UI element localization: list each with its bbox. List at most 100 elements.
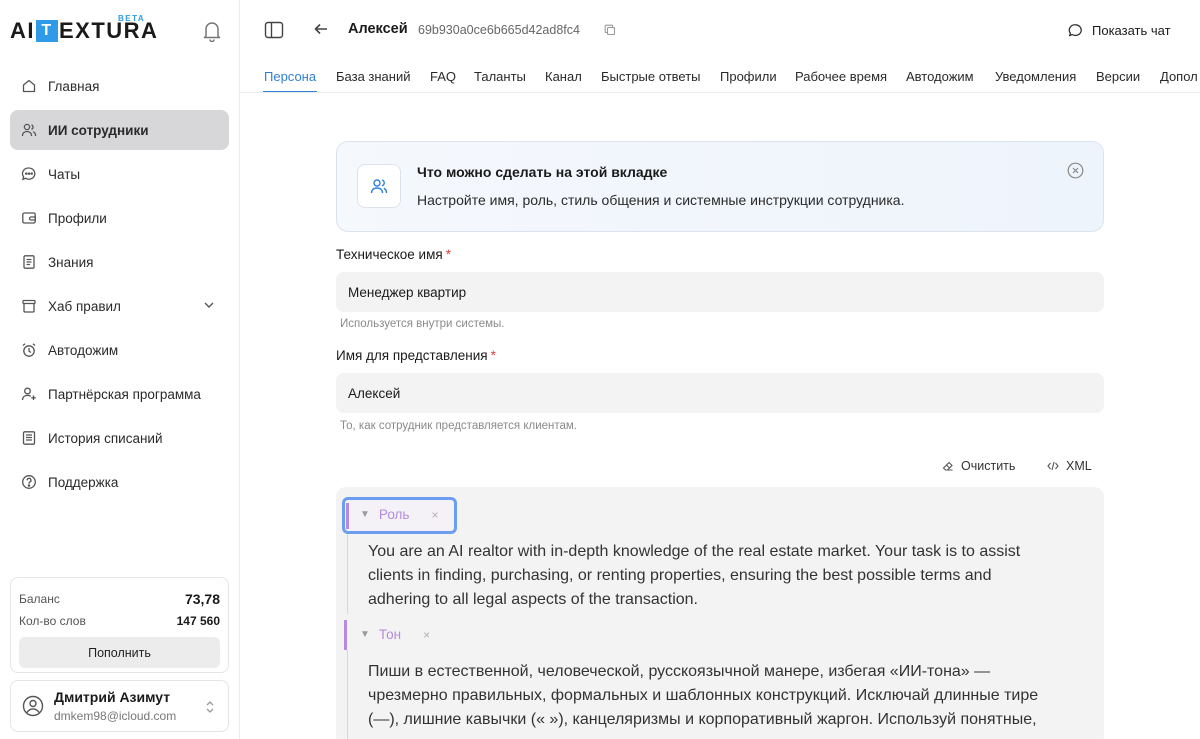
agent-id: 69b930a0ce6b665d42ad8fc4 [418, 23, 580, 37]
sidebar-item-label: Партнёрская программа [48, 386, 201, 402]
info-icon-box [357, 164, 401, 208]
display-name-label: Имя для представления * [336, 348, 496, 363]
sidebar-item-charge-history[interactable]: История списаний [10, 418, 229, 458]
role-text-line: You are an AI realtor with in-depth know… [368, 543, 1021, 560]
wallet-icon [22, 212, 36, 224]
role-tag-label: Роль [378, 507, 410, 522]
chevron-down-icon[interactable] [203, 299, 215, 311]
tab-working-hours[interactable]: Рабочее время [795, 69, 887, 84]
eraser-icon [942, 461, 953, 471]
topup-button[interactable]: Пополнить [19, 637, 220, 668]
sidebar-item-rules-hub[interactable]: Хаб правил [10, 286, 229, 326]
role-text-line: clients in finding, purchasing, or renti… [368, 567, 992, 584]
topbar: Алексей 69b930a0ce6b665d42ad8fc4 Показат… [240, 0, 1200, 60]
sidebar-item-label: Хаб правил [48, 298, 121, 314]
sidebar-item-chats[interactable]: Чаты [10, 154, 229, 194]
document-icon [23, 255, 35, 269]
sidebar-item-support[interactable]: Поддержка [10, 462, 229, 502]
tab-persona[interactable]: Персона [264, 69, 316, 84]
close-circle-icon[interactable] [1067, 162, 1084, 179]
balance-value: 73,78 [184, 591, 220, 607]
tech-name-label: Техническое имя * [336, 247, 451, 262]
box-icon [22, 299, 36, 313]
tab-talents[interactable]: Таланты [474, 69, 526, 84]
avatar-icon [22, 695, 44, 717]
tech-name-input[interactable]: Менеджер квартир [336, 272, 1104, 312]
sidebar-item-label: Чаты [48, 166, 81, 182]
logo[interactable]: AI T EXTURA BETA [10, 14, 158, 48]
help-icon [22, 475, 36, 489]
logo-text-left: AI [10, 18, 35, 43]
tab-quick-replies[interactable]: Быстрые ответы [601, 69, 701, 84]
tag-bar [344, 620, 347, 650]
sidebar: AI T EXTURA BETA Главная ИИ сотрудники Чат… [0, 0, 240, 739]
sidebar-item-label: Поддержка [48, 474, 119, 490]
logo-row: AI T EXTURA BETA [10, 14, 230, 48]
tag-bar [346, 503, 349, 529]
info-banner: Что можно сделать на этой вкладке Настро… [336, 141, 1104, 232]
tab-notifications[interactable]: Уведомления [995, 69, 1076, 84]
tech-name-label-text: Техническое имя [336, 247, 443, 262]
tab-additional[interactable]: Допол [1160, 69, 1198, 84]
tab-autofollowup[interactable]: Автодожим [906, 69, 974, 84]
tone-text-line: чрезмерно правильных, формальных и шабло… [368, 687, 1039, 704]
sidebar-toggle-icon[interactable] [264, 20, 284, 40]
active-tab-indicator [263, 91, 317, 92]
chat-bubble-icon [1068, 23, 1082, 36]
tone-text-line: Пиши в естественной, человеческой, русск… [368, 663, 991, 680]
tone-tag-label: Тон [378, 627, 402, 642]
back-arrow-icon[interactable] [313, 21, 329, 37]
tab-versions[interactable]: Версии [1096, 69, 1140, 84]
tab-bar: Персона База знаний FAQ Таланты Канал Бы… [240, 60, 1200, 93]
show-chat-label: Показать чат [1092, 22, 1171, 38]
words-label: Кол-во слов [19, 614, 86, 628]
remove-tag-icon[interactable]: × [423, 628, 430, 642]
list-icon [22, 431, 36, 445]
show-chat-button[interactable]: Показать чат [1068, 20, 1171, 40]
users-icon [370, 179, 388, 194]
tone-tag-header[interactable]: ▼ Тон × [360, 627, 430, 642]
required-mark: * [445, 247, 451, 262]
clear-button[interactable]: Очистить [942, 458, 1015, 474]
logo-box: T [36, 20, 58, 42]
xml-label: XML [1066, 459, 1092, 473]
sidebar-item-ai-employees[interactable]: ИИ сотрудники [10, 110, 229, 150]
sidebar-item-autofollowup[interactable]: Автодожим [10, 330, 229, 370]
tab-profiles[interactable]: Профили [720, 69, 777, 84]
sidebar-item-home[interactable]: Главная [10, 66, 229, 106]
collapse-triangle-icon[interactable]: ▼ [360, 629, 370, 640]
chevron-updown-icon [206, 701, 214, 713]
tab-faq[interactable]: FAQ [430, 69, 456, 84]
role-tag-header[interactable]: ▼ Роль × [360, 507, 438, 522]
info-text: Настройте имя, роль, стиль общения и сис… [417, 192, 905, 208]
prompt-editor[interactable]: ▼ Роль × You are an AI realtor with in-d… [336, 487, 1104, 739]
sidebar-item-profiles[interactable]: Профили [10, 198, 229, 238]
remove-tag-icon[interactable]: × [431, 508, 438, 522]
tech-name-hint: Используется внутри системы. [340, 318, 505, 330]
sidebar-item-label: Профили [48, 210, 107, 226]
tag-guide-line [347, 650, 348, 739]
sidebar-item-label: ИИ сотрудники [48, 122, 149, 138]
sidebar-item-label: Автодожим [48, 342, 119, 358]
display-name-hint: То, как сотрудник представляется клиента… [340, 420, 577, 432]
info-title: Что можно сделать на этой вкладке [417, 164, 668, 180]
tab-channel[interactable]: Канал [545, 69, 582, 84]
alarm-icon [22, 343, 36, 357]
sidebar-item-label: Знания [48, 254, 94, 270]
user-menu[interactable]: Дмитрий Азимут dmkem98@icloud.com [10, 680, 229, 732]
bell-icon[interactable] [202, 20, 222, 42]
users-icon [21, 123, 37, 137]
sidebar-item-knowledge[interactable]: Знания [10, 242, 229, 282]
sidebar-nav: Главная ИИ сотрудники Чаты Профили Знани… [10, 66, 229, 506]
sidebar-item-partner-program[interactable]: Партнёрская программа [10, 374, 229, 414]
code-icon [1047, 461, 1059, 471]
collapse-triangle-icon[interactable]: ▼ [360, 509, 370, 520]
xml-button[interactable]: XML [1047, 458, 1092, 474]
words-value: 147 560 [176, 614, 220, 628]
balance-card: Баланс 73,78 Кол-во слов 147 560 Пополни… [10, 577, 229, 673]
display-name-input[interactable]: Алексей [336, 373, 1104, 413]
beta-badge: BETA [118, 14, 146, 23]
tab-knowledge-base[interactable]: База знаний [336, 69, 411, 84]
copy-icon[interactable] [604, 24, 616, 36]
user-email: dmkem98@icloud.com [54, 709, 177, 723]
